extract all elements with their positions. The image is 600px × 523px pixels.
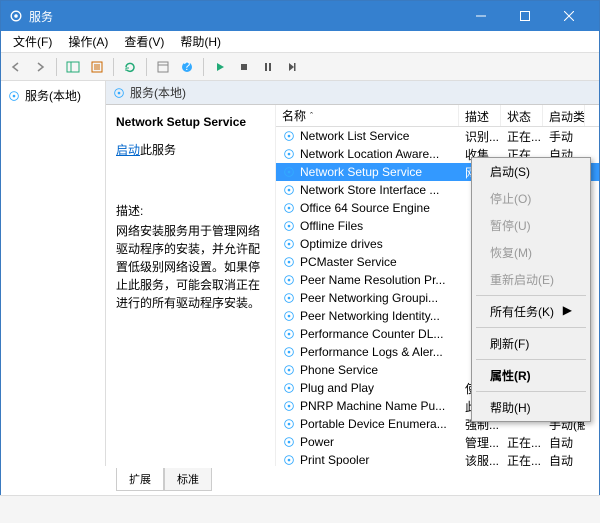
list-header: 名称 ˆ 描述 状态 启动类 [276,105,599,127]
help-button[interactable]: ? [176,56,198,78]
context-menu-item: 暂停(U) [472,212,590,239]
restart-service-button[interactable] [281,56,303,78]
export-button[interactable] [86,56,108,78]
tab-extended[interactable]: 扩展 [116,468,164,491]
context-menu-item: 停止(O) [472,185,590,212]
context-menu-item: 恢复(M) [472,239,590,266]
status-bar [0,495,600,523]
sidebar-item-services-local[interactable]: 服务(本地) [5,85,101,106]
column-name[interactable]: 名称 ˆ [276,105,459,126]
column-status[interactable]: 状态 [501,105,543,126]
column-startup[interactable]: 启动类 [543,105,585,126]
context-menu-item[interactable]: 刷新(F) [472,330,590,357]
services-list: 名称 ˆ 描述 状态 启动类 Network List Service识别...… [276,105,599,466]
main-header: 服务(本地) [106,81,599,105]
app-icon [9,9,23,23]
menu-bar: 文件(F) 操作(A) 查看(V) 帮助(H) [1,31,599,53]
view-tabs: 扩展 标准 [116,468,212,491]
show-hide-button[interactable] [62,56,84,78]
minimize-button[interactable] [459,1,503,31]
properties-button[interactable] [152,56,174,78]
menu-view[interactable]: 查看(V) [116,31,172,52]
context-menu: 启动(S)停止(O)暂停(U)恢复(M)重新启动(E) 所有任务(K)▶ 刷新(F)… [471,157,591,422]
close-button[interactable] [547,1,591,31]
start-service-link[interactable]: 启动 [116,141,140,158]
menu-file[interactable]: 文件(F) [5,31,60,52]
context-menu-item[interactable]: 所有任务(K)▶ [472,298,590,325]
menu-action[interactable]: 操作(A) [60,31,116,52]
context-menu-item[interactable]: 帮助(H) [472,394,590,421]
context-menu-item[interactable]: 启动(S) [472,158,590,185]
stop-service-button[interactable] [233,56,255,78]
forward-button[interactable] [29,56,51,78]
column-desc[interactable]: 描述 [459,105,501,126]
back-button[interactable] [5,56,27,78]
service-row[interactable]: Print Spooler该服...正在...自动 [276,451,599,466]
selected-service-name: Network Setup Service [116,115,265,129]
svg-text:?: ? [184,60,191,73]
sidebar-item-label: 服务(本地) [25,87,81,104]
title-bar: 服务 [1,1,599,31]
start-service-button[interactable] [209,56,231,78]
service-row[interactable]: Power管理...正在...自动 [276,433,599,451]
toolbar: ? [1,53,599,81]
main-panel: 服务(本地) Network Setup Service 启动此服务 描述: 网… [106,81,599,466]
menu-help[interactable]: 帮助(H) [172,31,229,52]
refresh-button[interactable] [119,56,141,78]
context-menu-item: 重新启动(E) [472,266,590,293]
tab-standard[interactable]: 标准 [164,468,212,491]
service-row[interactable]: Network List Service识别...正在...手动 [276,127,599,145]
description-label: 描述: [116,202,265,219]
context-menu-item[interactable]: 属性(R) [472,362,590,389]
sidebar: 服务(本地) [1,81,106,466]
detail-pane: Network Setup Service 启动此服务 描述: 网络安装服务用于… [106,105,276,466]
description-text: 网络安装服务用于管理网络驱动程序的安装，并允许配置低级别网络设置。如果停止此服务… [116,222,265,312]
maximize-button[interactable] [503,1,547,31]
window-title: 服务 [29,8,459,25]
pause-service-button[interactable] [257,56,279,78]
